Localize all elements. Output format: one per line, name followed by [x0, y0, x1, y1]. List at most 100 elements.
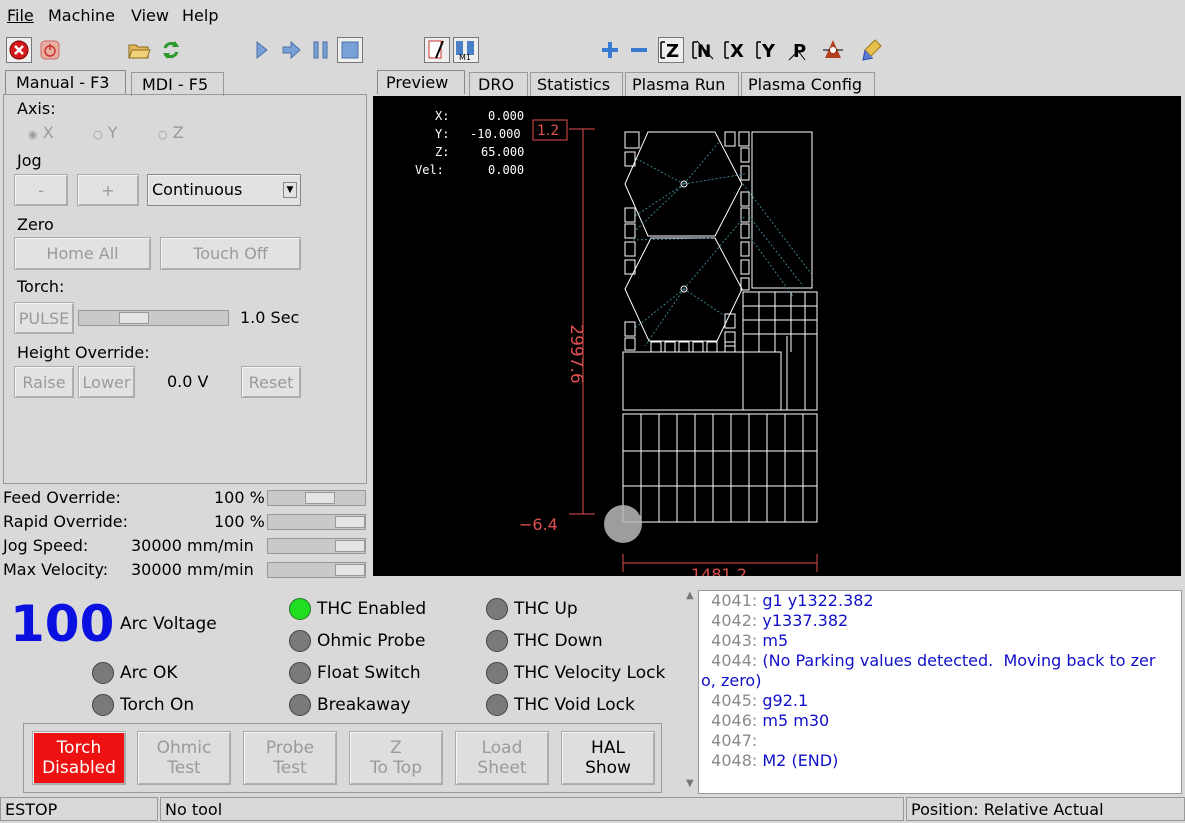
- chevron-down-icon: ▼: [283, 182, 297, 198]
- dim-origin-text: −6.4: [519, 515, 558, 534]
- slider-thumb[interactable]: [304, 492, 335, 504]
- position-status: Position: Relative Actual: [906, 797, 1185, 821]
- jog-minus-button[interactable]: -: [14, 174, 68, 206]
- ohmic-test-button[interactable]: Ohmic Test: [137, 731, 231, 785]
- jog-mode-select[interactable]: Continuous ▼: [147, 174, 301, 206]
- tab-statistics-label: Statistics: [537, 75, 611, 94]
- menu-help[interactable]: Help: [182, 6, 218, 25]
- jog-speed-slider[interactable]: [267, 538, 366, 554]
- gcode-line: 4047:: [701, 731, 1181, 751]
- feed-override-slider[interactable]: [267, 490, 366, 506]
- rapid-override-value: 100 %: [214, 512, 265, 531]
- gcode-line-code: m5: [762, 631, 789, 650]
- run-icon[interactable]: [248, 37, 274, 63]
- block-delete-icon[interactable]: [424, 37, 450, 63]
- pulse-time-slider[interactable]: [78, 310, 229, 326]
- jog-plus-button[interactable]: +: [77, 174, 139, 206]
- thc-down-led: [486, 630, 508, 652]
- arc-voltage-value: 100: [10, 595, 115, 653]
- reload-icon[interactable]: [158, 37, 184, 63]
- svg-text:Z: Z: [666, 41, 679, 62]
- gcode-line-number: 4044:: [701, 651, 763, 670]
- jog-speed-label: Jog Speed:: [3, 536, 89, 555]
- scroll-up-icon[interactable]: ▲: [686, 590, 698, 602]
- thc-velocity-lock-label: THC Velocity Lock: [514, 663, 666, 683]
- height-override-value: 0.0 V: [167, 372, 209, 391]
- rotate-view-icon[interactable]: [820, 37, 846, 63]
- raise-button[interactable]: Raise: [14, 366, 74, 398]
- hal-show-button[interactable]: HAL Show: [561, 731, 655, 785]
- view-y-icon[interactable]: Y: [754, 37, 780, 63]
- dim-top-text: 1.2: [537, 123, 559, 139]
- axis-y-radio[interactable]: ○ Y: [93, 123, 117, 142]
- menu-view[interactable]: View: [131, 6, 169, 25]
- gcode-lines: 4041: g1 y1322.382 4042: y1337.382 4043:…: [701, 591, 1181, 771]
- ohmic-test-line2: Test: [167, 758, 201, 778]
- open-folder-icon[interactable]: [126, 37, 152, 63]
- gcode-text-view[interactable]: 4041: g1 y1322.382 4042: y1337.382 4043:…: [698, 590, 1182, 794]
- view-p-icon[interactable]: P: [786, 37, 812, 63]
- max-velocity-label: Max Velocity:: [3, 560, 109, 579]
- jog-mode-value: Continuous: [152, 180, 243, 199]
- torch-disabled-button[interactable]: Torch Disabled: [32, 731, 126, 785]
- svg-text:Y: Y: [761, 41, 776, 62]
- torch-on-led: [92, 694, 114, 716]
- zoom-out-icon[interactable]: [626, 37, 652, 63]
- slider-thumb[interactable]: [335, 516, 365, 528]
- clear-plot-icon[interactable]: [860, 37, 886, 63]
- ohmic-test-line1: Ohmic: [156, 738, 212, 758]
- pulse-button[interactable]: PULSE: [14, 302, 74, 334]
- max-velocity-slider[interactable]: [267, 562, 366, 578]
- menu-file[interactable]: File: [7, 6, 34, 25]
- axis-z-radio[interactable]: ○ Z: [158, 123, 184, 142]
- hal-show-line1: HAL: [591, 738, 625, 758]
- tab-statistics[interactable]: Statistics: [530, 72, 623, 96]
- probe-test-button[interactable]: Probe Test: [243, 731, 337, 785]
- svg-text:M1: M1: [459, 53, 471, 62]
- menu-machine[interactable]: Machine: [48, 6, 115, 25]
- view-z-icon[interactable]: Z: [658, 37, 684, 63]
- load-sheet-button[interactable]: Load Sheet: [455, 731, 549, 785]
- rapid-override-slider[interactable]: [267, 514, 366, 530]
- tab-preview-label: Preview: [386, 73, 449, 92]
- torch-label: Torch:: [17, 277, 65, 296]
- scroll-down-icon[interactable]: ▼: [686, 778, 698, 790]
- home-all-button[interactable]: Home All: [14, 237, 151, 270]
- power-icon[interactable]: [37, 37, 63, 63]
- step-icon[interactable]: [278, 37, 304, 63]
- estop-icon[interactable]: [6, 37, 32, 63]
- z-to-top-line1: Z: [390, 738, 402, 758]
- gcode-line-code: m5 m30: [762, 711, 830, 730]
- tool-status: No tool: [160, 797, 904, 821]
- z-to-top-button[interactable]: Z To Top: [349, 731, 443, 785]
- tab-plasma-run-label: Plasma Run: [632, 75, 726, 94]
- zoom-in-icon[interactable]: [597, 37, 623, 63]
- reset-button[interactable]: Reset: [241, 366, 301, 398]
- tab-dro[interactable]: DRO: [469, 72, 528, 96]
- optional-stop-icon[interactable]: M1: [453, 37, 479, 63]
- tab-preview[interactable]: Preview: [377, 70, 465, 94]
- slider-thumb[interactable]: [119, 312, 149, 324]
- view-z2-icon[interactable]: N: [690, 37, 716, 63]
- gcode-line-code: o, zero): [701, 671, 762, 690]
- tab-plasma-run[interactable]: Plasma Run: [625, 72, 739, 96]
- touch-off-button[interactable]: Touch Off: [160, 237, 301, 270]
- probe-test-line1: Probe: [265, 738, 315, 758]
- dim-height-text: 2997.6: [566, 324, 586, 383]
- gcode-preview-canvas[interactable]: X: 0.000 Y: -10.000 Z: 65.000 Vel: 0.000…: [373, 96, 1181, 576]
- slider-thumb[interactable]: [335, 564, 365, 576]
- tab-plasma-config[interactable]: Plasma Config: [741, 72, 875, 96]
- gcode-line-number: 4045:: [701, 691, 763, 710]
- stop-icon[interactable]: [337, 37, 363, 63]
- axis-x-radio[interactable]: ◉ X: [28, 123, 54, 142]
- torch-disabled-line2: Disabled: [42, 758, 116, 778]
- slider-thumb[interactable]: [335, 540, 365, 552]
- view-x-icon[interactable]: X: [722, 37, 748, 63]
- pause-icon[interactable]: [308, 37, 334, 63]
- thc-enabled-label: THC Enabled: [317, 599, 427, 619]
- tab-manual[interactable]: Manual - F3: [5, 70, 126, 94]
- tab-mdi[interactable]: MDI - F5: [131, 72, 224, 96]
- gcode-line: 4044: (No Parking values detected. Movin…: [701, 651, 1181, 671]
- lower-button[interactable]: Lower: [78, 366, 135, 398]
- gcode-line-code: g92.1: [762, 691, 809, 710]
